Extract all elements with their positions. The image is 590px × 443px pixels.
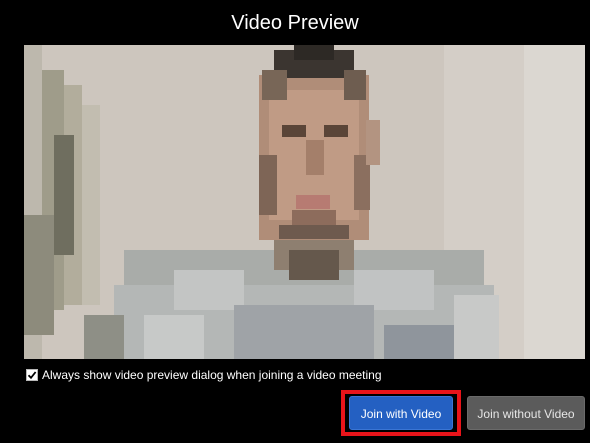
video-preview-area (24, 45, 585, 359)
checkmark-icon (27, 371, 37, 380)
always-show-preview-row[interactable]: Always show video preview dialog when jo… (26, 366, 382, 384)
camera-feed-pixelated-image (24, 45, 585, 359)
always-show-preview-label: Always show video preview dialog when jo… (42, 368, 382, 382)
dialog-title: Video Preview (231, 12, 359, 34)
video-preview-dialog: Video Preview Always show video preview … (0, 0, 590, 443)
join-without-video-button[interactable]: Join without Video (467, 396, 585, 430)
join-with-video-button[interactable]: Join with Video (349, 396, 453, 430)
always-show-preview-checkbox[interactable] (26, 369, 38, 381)
